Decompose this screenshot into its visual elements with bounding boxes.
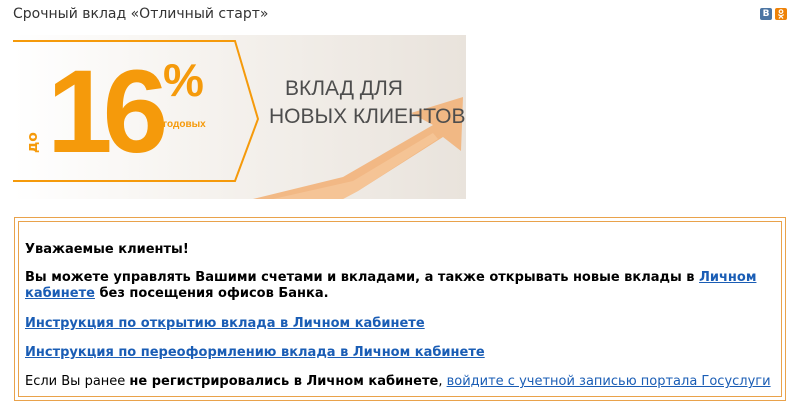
renew-instruction-paragraph: Инструкция по переоформлению вклада в Ли…: [25, 345, 775, 361]
page-title: Срочный вклад «Отличный старт»: [13, 6, 269, 22]
last-bold: не регистрировались в Личном кабинете: [129, 374, 439, 389]
banner-headline-line2: НОВЫХ КЛИЕНТОВ: [269, 105, 466, 128]
open-deposit-instruction-link[interactable]: Инструкция по открытию вклада в Личном к…: [25, 316, 425, 331]
last-prefix: Если Вы ранее: [25, 374, 130, 389]
ok-glyph-icon: [777, 9, 785, 19]
share-buttons: В: [760, 8, 787, 20]
open-instruction-paragraph: Инструкция по открытию вклада в Личном к…: [25, 316, 775, 332]
gosuslugi-paragraph: Если Вы ранее не регистрировались в Личн…: [25, 374, 775, 390]
banner-percent-sign: %: [163, 54, 204, 106]
vk-share-icon[interactable]: В: [760, 8, 772, 20]
gosuslugi-login-link[interactable]: войдите с учетной записью портала Госусл…: [447, 374, 771, 389]
ok-share-icon[interactable]: [775, 8, 787, 20]
banner-rate: 16: [47, 46, 168, 178]
renew-deposit-instruction-link[interactable]: Инструкция по переоформлению вклада в Ли…: [25, 345, 485, 360]
banner-headline-line1: ВКЛАД ДЛЯ: [285, 77, 403, 100]
last-comma: ,: [438, 374, 447, 389]
greeting-text: Уважаемые клиенты!: [25, 242, 189, 257]
banner-per-year: годовых: [163, 119, 206, 130]
banner-prefix: до: [25, 132, 41, 153]
info-box-inner: Уважаемые клиенты! Вы можете управлять В…: [18, 221, 782, 397]
manage-text-after: без посещения офисов Банка.: [94, 286, 329, 301]
manage-text-before: Вы можете управлять Вашими счетами и вкл…: [25, 270, 700, 285]
promo-banner[interactable]: до 16 % годовых ВКЛАД ДЛЯ НОВЫХ КЛИЕНТОВ: [13, 35, 466, 199]
manage-paragraph: Вы можете управлять Вашими счетами и вкл…: [25, 270, 775, 302]
info-box: Уважаемые клиенты! Вы можете управлять В…: [14, 217, 786, 401]
